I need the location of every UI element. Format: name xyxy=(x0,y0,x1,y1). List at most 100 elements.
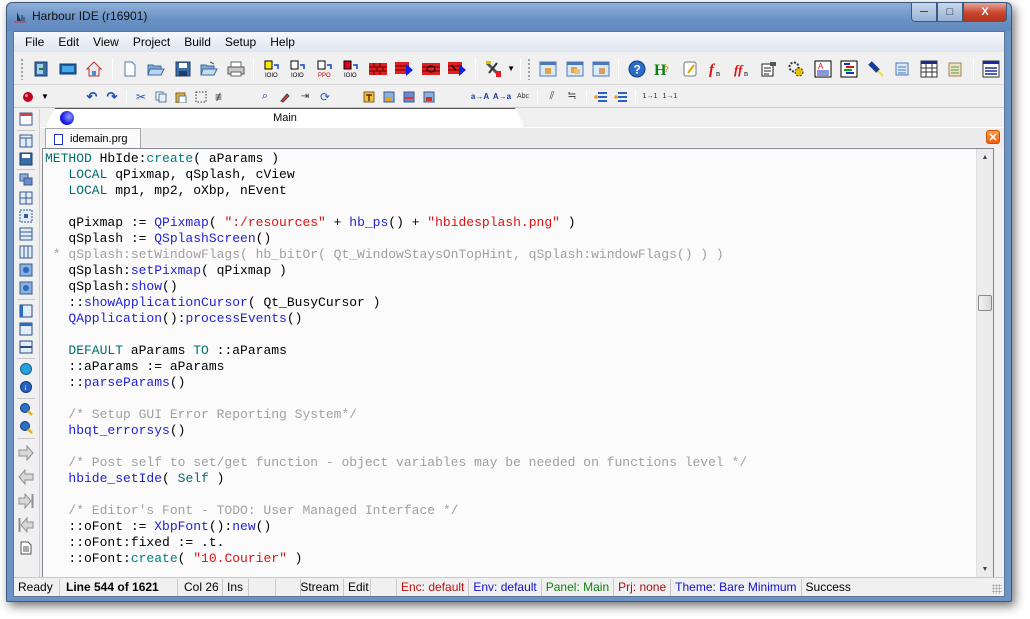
code-line[interactable]: /* Editor's Font - TODO: User Managed In… xyxy=(45,503,747,519)
rebuild-button[interactable] xyxy=(420,58,441,80)
save-layout-icon[interactable] xyxy=(19,152,33,166)
paste-button[interactable] xyxy=(173,89,189,105)
insert-separator-button[interactable] xyxy=(401,89,417,105)
code-line[interactable]: ::oFont:fixed := .t. xyxy=(45,535,747,551)
settings-button[interactable] xyxy=(785,58,806,80)
code-line[interactable]: ::oFont:create( "10.Courier" ) xyxy=(45,551,747,567)
code-line[interactable]: qPixmap := QPixmap( ":/resources" + hb_p… xyxy=(45,215,747,231)
single-to-double-button[interactable]: 1→1 xyxy=(642,89,658,105)
code-line[interactable] xyxy=(45,391,747,407)
compile-obj-button[interactable]: IOIO xyxy=(287,58,308,80)
code-line[interactable]: ::showApplicationCursor( Qt_BusyCursor ) xyxy=(45,295,747,311)
doc-viewer-button[interactable] xyxy=(891,58,912,80)
layout-icon[interactable] xyxy=(19,134,33,148)
code-line[interactable] xyxy=(45,199,747,215)
home-button[interactable] xyxy=(84,58,105,80)
view-tiled-button[interactable] xyxy=(590,58,611,80)
vertical-scrollbar[interactable]: ▲ ▼ xyxy=(976,149,993,577)
close-tab-button[interactable]: ✕ xyxy=(986,130,1000,144)
insert-file-button[interactable] xyxy=(381,89,397,105)
code-line[interactable]: ::parseParams() xyxy=(45,375,747,391)
document-icon[interactable] xyxy=(19,541,33,555)
code-line[interactable]: * qSplash:setWindowFlags( hb_bitOr( Qt_W… xyxy=(45,247,747,263)
compile-ppo-button[interactable]: PPO xyxy=(314,58,335,80)
arrow-left-icon[interactable] xyxy=(18,469,34,485)
redo-button[interactable]: ↷ xyxy=(104,89,120,105)
resize-grip[interactable] xyxy=(992,584,1002,594)
menu-project[interactable]: Project xyxy=(126,35,177,49)
indent-right-button[interactable] xyxy=(593,89,609,105)
info-icon[interactable]: i xyxy=(19,380,33,394)
build-launch-button[interactable] xyxy=(394,58,415,80)
code-line[interactable] xyxy=(45,487,747,503)
title-bar[interactable]: Harbour IDE (r16901) ─ □ X xyxy=(7,3,1011,31)
table-button[interactable] xyxy=(918,58,939,80)
scroll-up-button[interactable]: ▲ xyxy=(977,149,993,165)
scroll-down-button[interactable]: ▼ xyxy=(977,561,993,577)
menu-file[interactable]: File xyxy=(18,35,51,49)
properties-button[interactable] xyxy=(759,58,780,80)
code-line[interactable]: METHOD HbIde:create( aParams ) xyxy=(45,151,747,167)
toolbar-grip[interactable] xyxy=(526,57,531,80)
find-in-files-button[interactable] xyxy=(865,58,886,80)
code-line[interactable]: qSplash := QSplashScreen() xyxy=(45,231,747,247)
db-struct-button[interactable] xyxy=(945,58,966,80)
stacked-windows-icon[interactable] xyxy=(19,173,33,187)
code-editor[interactable]: METHOD HbIde:create( aParams ) LOCAL qPi… xyxy=(42,148,994,578)
double-to-single-button[interactable]: 1→1 xyxy=(662,89,678,105)
menu-build[interactable]: Build xyxy=(177,35,218,49)
code-line[interactable] xyxy=(45,327,747,343)
single-pane-icon[interactable] xyxy=(19,304,33,318)
new-file-button[interactable] xyxy=(119,58,140,80)
arrow-right-end-icon[interactable] xyxy=(18,493,34,509)
close-file-button[interactable] xyxy=(199,58,220,80)
zoom-in-window-icon[interactable] xyxy=(19,263,33,277)
horizontal-split-icon[interactable] xyxy=(19,227,33,241)
code-line[interactable]: /* Post self to set/get function - objec… xyxy=(45,455,747,471)
help-circle-icon[interactable] xyxy=(19,362,33,376)
code-line[interactable]: hbqt_errorsys() xyxy=(45,423,747,439)
code-line[interactable]: ::oFont := XbpFont():new() xyxy=(45,519,747,535)
highlight-button[interactable] xyxy=(277,89,293,105)
menu-setup[interactable]: Setup xyxy=(218,35,263,49)
code-line[interactable]: qSplash:show() xyxy=(45,279,747,295)
compile-button[interactable]: IOIO xyxy=(261,58,282,80)
open-button[interactable] xyxy=(146,58,167,80)
select-all-button[interactable] xyxy=(193,89,209,105)
arrow-left-end-icon[interactable] xyxy=(18,517,34,533)
cut-button[interactable]: ✂ xyxy=(133,89,149,105)
to-upper-button[interactable]: a→A xyxy=(471,89,489,105)
bookmark-button[interactable] xyxy=(20,89,36,105)
scrollbar-thumb[interactable] xyxy=(978,294,992,311)
save-button[interactable] xyxy=(172,58,193,80)
grid-icon[interactable] xyxy=(19,191,33,205)
compile-run-button[interactable]: IOIO xyxy=(341,58,362,80)
vertical-split-icon[interactable] xyxy=(19,245,33,259)
tile-icon[interactable] xyxy=(19,209,33,223)
project-functions-button[interactable]: ff n xyxy=(732,58,753,80)
exit-button[interactable] xyxy=(30,58,51,80)
to-lower-button[interactable]: A→a xyxy=(493,89,511,105)
notes-button[interactable] xyxy=(679,58,700,80)
toggle-dock-button[interactable] xyxy=(57,58,78,80)
insert-text-button[interactable] xyxy=(361,89,377,105)
view-tabbed-button[interactable] xyxy=(537,58,558,80)
bottom-pane-icon[interactable] xyxy=(19,340,33,354)
code-line[interactable]: ::aParams := aParams xyxy=(45,359,747,375)
indent-left-button[interactable] xyxy=(613,89,629,105)
bookmark-dropdown[interactable]: ▼ xyxy=(40,89,50,105)
menu-edit[interactable]: Edit xyxy=(51,35,86,49)
view-cascade-button[interactable] xyxy=(564,58,585,80)
maximize-button[interactable]: □ xyxy=(937,3,963,22)
menu-view[interactable]: View xyxy=(86,35,126,49)
minimize-button[interactable]: ─ xyxy=(911,3,937,22)
block-comment-button[interactable]: ⫽ xyxy=(544,89,560,105)
menu-help[interactable]: Help xyxy=(263,35,302,49)
top-pane-icon[interactable] xyxy=(19,322,33,336)
code-line[interactable]: LOCAL qPixmap, qSplash, cView xyxy=(45,167,747,183)
document-tab[interactable]: idemain.prg xyxy=(45,128,141,149)
goto-button[interactable]: ⇥ xyxy=(297,89,313,105)
code-line[interactable]: hbide_setIde( Self ) xyxy=(45,471,747,487)
copy-button[interactable] xyxy=(153,89,169,105)
help-button[interactable]: ? xyxy=(626,58,647,80)
